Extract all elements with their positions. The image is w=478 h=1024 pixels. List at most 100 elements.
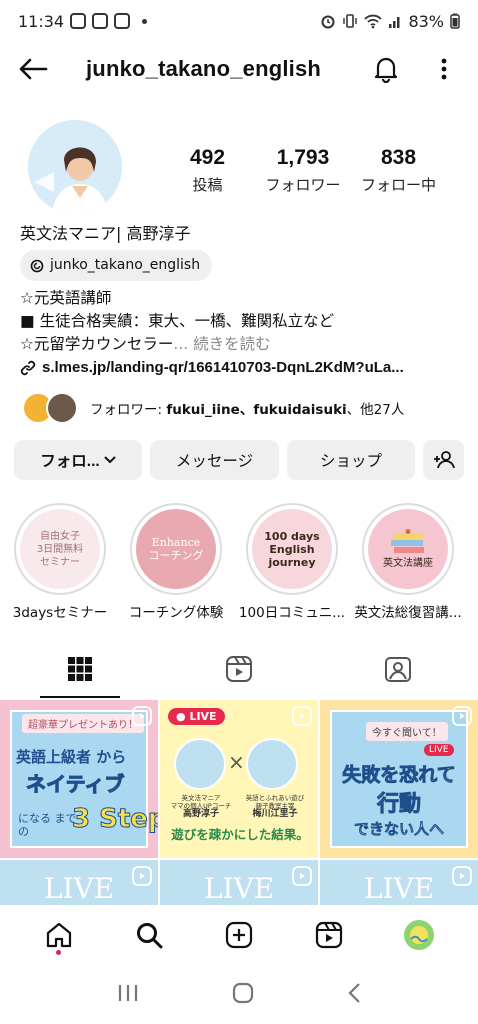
profile-bio: 英文法マニア| 高野淳子 junko_takano_english ☆元英語講師… <box>20 222 460 379</box>
more-options-button[interactable] <box>428 53 460 85</box>
bio-line: ☆元留学カウンセラー... 続きを読む <box>20 333 460 356</box>
profile-summary: 492 投稿 1,793 フォロワー 838 フォロー中 <box>0 120 478 220</box>
reels-badge-icon <box>132 866 152 886</box>
more-notifications-dot <box>142 18 148 24</box>
home-button[interactable] <box>232 982 254 1008</box>
instagram-notification-icon <box>92 13 109 29</box>
reels-icon <box>315 921 343 949</box>
alarm-icon <box>321 15 335 29</box>
battery-percent: 83% <box>408 11 444 31</box>
post-text: できない人へ <box>353 820 445 839</box>
nav-search[interactable] <box>129 915 169 955</box>
nav-home[interactable] <box>39 915 79 955</box>
post-thumbnail[interactable]: LIVE <box>320 860 478 905</box>
highlight-cover-text: 自由女子 3日間無料 セミナー <box>36 530 84 568</box>
reels-badge-icon <box>452 866 472 886</box>
tab-tagged[interactable] <box>319 640 478 698</box>
mutual-names: fukui_iine、fukuidaisuki <box>166 402 347 418</box>
following-label: フォロ... <box>40 453 100 470</box>
reels-badge-icon <box>292 866 312 886</box>
posts-number: 492 <box>189 146 226 169</box>
followers-number: 1,793 <box>276 146 330 169</box>
mutual-prefix: フォロワー: <box>90 402 167 418</box>
instagram-notification-icon <box>70 13 87 29</box>
highlight-caption: 100日コミュニ... <box>238 605 346 621</box>
bottom-navigation <box>0 905 478 965</box>
posts-grid: 超豪華プレゼントあり！ 英語上級者 から ネイティブ になる までの 3 Ste… <box>0 700 478 905</box>
avatar <box>174 738 226 790</box>
nav-reels[interactable] <box>309 915 349 955</box>
live-badge: ● LIVE <box>168 708 225 725</box>
live-label: LIVE <box>189 710 217 723</box>
post-text: ネイティブ <box>25 772 125 797</box>
bio-line: ■ 生徒合格実績：東大、一橋、難関私立など <box>20 312 335 330</box>
post-thumbnail[interactable]: LIVE <box>0 860 158 905</box>
reels-badge-icon <box>452 706 472 726</box>
signal-icon <box>389 17 400 28</box>
avatar <box>246 738 298 790</box>
profile-header: junko_takano_english <box>0 44 478 94</box>
recents-button[interactable] <box>117 983 139 1007</box>
following-count[interactable]: 838 フォロー中 <box>351 146 446 195</box>
search-icon <box>137 923 163 949</box>
arrow-left-icon <box>19 58 48 80</box>
more-vertical-icon <box>441 58 447 80</box>
reels-badge-icon <box>292 706 312 726</box>
profile-actions: フォロ... メッセージ ショップ <box>14 440 464 480</box>
nav-profile[interactable] <box>399 915 439 955</box>
profile-avatar[interactable] <box>28 120 122 214</box>
post-text: 英文法マニア <box>181 794 221 802</box>
highlight-item[interactable]: 英文法講座 英文法総復習講... <box>354 503 462 621</box>
system-navigation <box>0 965 478 1024</box>
mutual-followers[interactable]: フォロワー: fukui_iine、fukuidaisuki、他27人 <box>22 392 404 424</box>
post-thumbnail[interactable]: 超豪華プレゼントあり！ 英語上級者 から ネイティブ になる までの 3 Ste… <box>0 700 158 858</box>
highlight-cover: 英文法講座 <box>368 509 448 589</box>
highlight-item[interactable]: 自由女子 3日間無料 セミナー 3daysセミナー <box>13 503 107 621</box>
highlight-item[interactable]: 100 days English journey 100日コミュニ... <box>239 503 345 621</box>
reels-icon <box>225 656 252 682</box>
suggested-users-button[interactable] <box>423 440 464 480</box>
vibrate-icon <box>343 14 358 28</box>
wifi-icon <box>364 14 383 29</box>
post-thumbnail[interactable]: 今すぐ聞いて！ LIVE 失敗を恐れて 行動 できない人へ <box>320 700 478 858</box>
mutual-avatars <box>22 392 80 424</box>
recents-icon <box>118 984 137 1001</box>
mutual-followers-text: フォロワー: fukui_iine、fukuidaisuki、他27人 <box>90 398 404 418</box>
post-text: 梅川江里子 <box>252 809 298 819</box>
highlight-item[interactable]: Enhance コーチング コーチング体験 <box>129 503 223 621</box>
plus-square-icon <box>225 921 253 949</box>
post-thumbnail[interactable]: LIVE <box>160 860 318 905</box>
bio-line-text: ☆元留学カウンセラー <box>20 335 174 353</box>
post-text: 3 Step <box>72 804 158 835</box>
back-button[interactable] <box>18 53 50 85</box>
followers-count[interactable]: 1,793 フォロワー <box>256 146 351 195</box>
highlight-cover: 自由女子 3日間無料 セミナー <box>20 509 100 589</box>
message-button[interactable]: メッセージ <box>150 440 279 480</box>
threads-badge[interactable]: junko_takano_english <box>20 250 213 281</box>
circle-home-icon <box>232 982 254 1003</box>
post-thumbnail[interactable]: ● LIVE × 英文法マニア ママの個人UPコーチ 高野淳子 英語とふれあい遊… <box>160 700 318 858</box>
following-dropdown-button[interactable]: フォロ... <box>14 440 142 480</box>
tab-reels[interactable] <box>159 640 318 698</box>
highlight-cover-text: Enhance コーチング <box>148 536 204 562</box>
battery-icon <box>450 13 460 29</box>
nav-create[interactable] <box>219 915 259 955</box>
system-back-button[interactable] <box>347 982 361 1008</box>
bio-link-text: s.lmes.jp/landing-qr/1661410703-DqnL2KdM… <box>42 359 404 376</box>
followers-label: フォロワー <box>265 176 341 194</box>
post-text: になる までの <box>18 812 77 838</box>
posts-count[interactable]: 492 投稿 <box>160 146 255 195</box>
story-highlights: 自由女子 3日間無料 セミナー 3daysセミナー Enhance コーチング … <box>0 503 478 623</box>
highlight-caption: 3daysセミナー <box>12 605 108 621</box>
bio-link[interactable]: s.lmes.jp/landing-qr/1661410703-DqnL2KdM… <box>20 356 460 379</box>
avatar-photo <box>28 120 122 214</box>
notifications-button[interactable] <box>370 53 402 85</box>
post-text: 今すぐ聞いて！ <box>366 722 448 741</box>
highlight-caption: コーチング体験 <box>128 605 224 621</box>
live-label: LIVE <box>429 745 449 755</box>
home-icon <box>46 922 72 948</box>
cross-mark: × <box>228 750 245 774</box>
tab-posts-grid[interactable] <box>0 640 159 698</box>
shop-button[interactable]: ショップ <box>287 440 415 480</box>
read-more-link[interactable]: ... 続きを読む <box>173 335 270 353</box>
